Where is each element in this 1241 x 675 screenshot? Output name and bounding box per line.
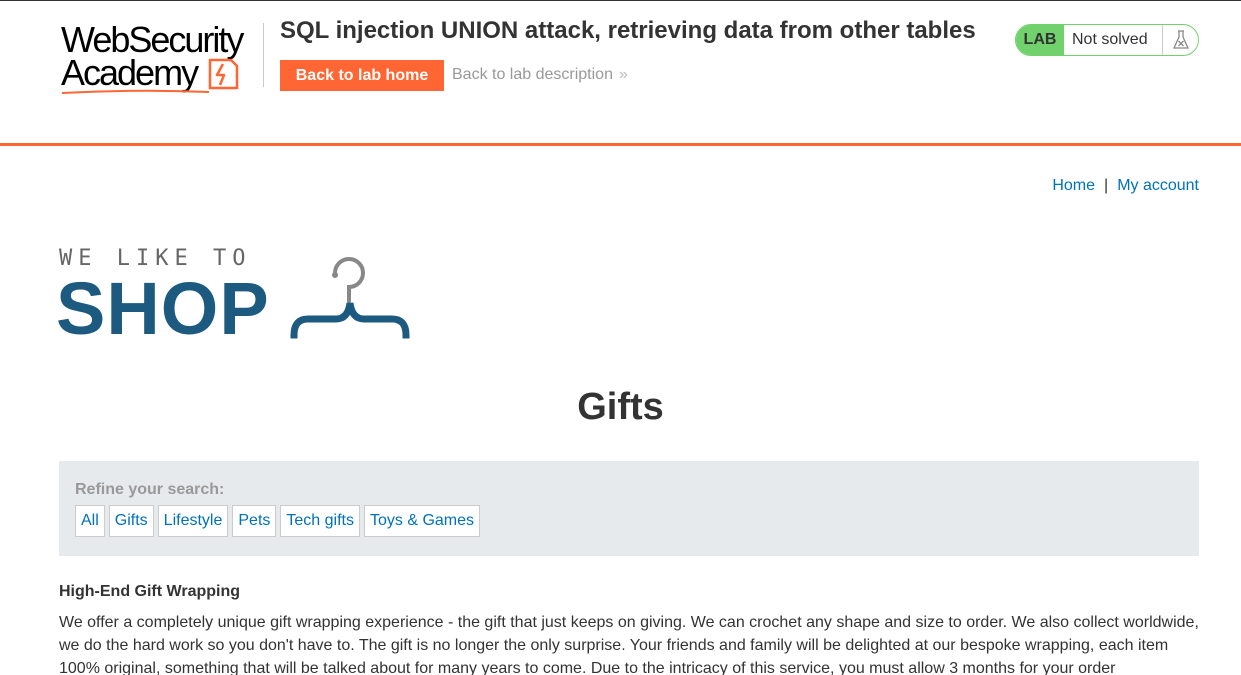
filter-lifestyle[interactable]: Lifestyle — [157, 505, 229, 537]
flask-icon[interactable] — [1162, 25, 1198, 55]
filter-tech-gifts[interactable]: Tech gifts — [280, 505, 360, 537]
top-nav: Home | My account — [1052, 177, 1199, 195]
lab-title: SQL injection UNION attack, retrieving d… — [280, 17, 976, 44]
header-divider — [263, 23, 264, 87]
web-security-academy-logo[interactable]: WebSecurity Academy — [61, 22, 261, 94]
academy-header: WebSecurity Academy SQL injection UNION … — [0, 0, 1241, 146]
lightning-bolt-icon — [208, 58, 239, 90]
back-to-lab-home-button[interactable]: Back to lab home — [280, 60, 444, 91]
category-filter-list: All Gifts Lifestyle Pets Tech gifts Toys… — [75, 505, 481, 537]
home-link[interactable]: Home — [1052, 177, 1095, 194]
nav-separator: | — [1104, 177, 1109, 194]
hanger-icon — [290, 257, 410, 339]
logo-line-2: Academy — [61, 52, 199, 93]
logo-underline-icon — [61, 89, 210, 94]
shop-logo-wordmark: SHOP — [56, 267, 270, 350]
refine-search-label: Refine your search: — [75, 481, 225, 498]
filter-pets[interactable]: Pets — [232, 505, 277, 537]
product-title: High-End Gift Wrapping — [59, 583, 241, 600]
filter-gifts[interactable]: Gifts — [108, 505, 154, 537]
filter-all[interactable]: All — [75, 505, 105, 537]
back-to-lab-description-link[interactable]: Back to lab description » — [452, 66, 628, 84]
my-account-link[interactable]: My account — [1117, 177, 1199, 194]
filter-toys-games[interactable]: Toys & Games — [363, 505, 481, 537]
filter-panel: Refine your search: All Gifts Lifestyle … — [59, 461, 1199, 556]
back-to-lab-description-label: Back to lab description — [452, 66, 613, 83]
page-title: Gifts — [577, 386, 664, 428]
lab-status-text: Not solved — [1072, 31, 1148, 48]
shop-logo: WE LIKE TO SHOP — [56, 243, 418, 349]
lab-status-widget: LAB Not solved — [1015, 24, 1199, 56]
product-item: High-End Gift Wrapping We offer a comple… — [59, 583, 1199, 675]
double-chevron-right-icon: » — [618, 66, 628, 83]
product-description: We offer a completely unique gift wrappi… — [59, 614, 1199, 675]
lab-badge: LAB — [1016, 25, 1064, 55]
